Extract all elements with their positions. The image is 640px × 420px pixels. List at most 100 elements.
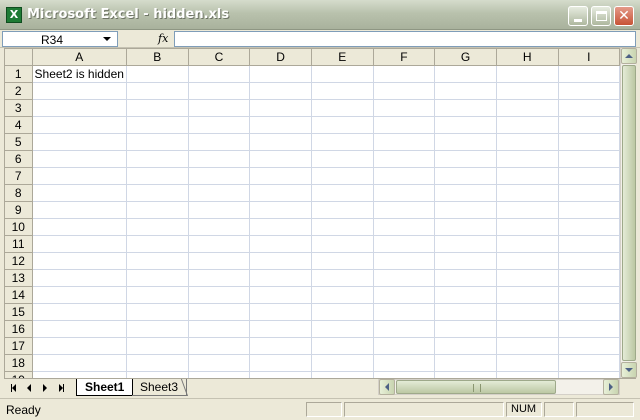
cell-c18[interactable] [187, 354, 251, 372]
cell-b9[interactable] [125, 201, 189, 219]
cell-i13[interactable] [557, 269, 620, 287]
cell-d8[interactable] [249, 184, 312, 202]
cell-e7[interactable] [310, 167, 374, 185]
maximize-button[interactable] [591, 6, 611, 26]
cell-c1[interactable] [187, 65, 251, 83]
cell-c12[interactable] [187, 252, 251, 270]
formula-input[interactable] [174, 31, 636, 47]
cell-f9[interactable] [372, 201, 436, 219]
cell-e11[interactable] [310, 235, 374, 253]
cell-e16[interactable] [310, 320, 374, 338]
cell-d2[interactable] [249, 82, 312, 100]
row-header-1[interactable]: 1 [4, 65, 33, 83]
cell-f5[interactable] [372, 133, 436, 151]
cell-a17[interactable] [31, 337, 127, 355]
cell-g13[interactable] [434, 269, 497, 287]
cell-b2[interactable] [125, 82, 189, 100]
name-box[interactable]: R34 [2, 31, 118, 47]
cell-b8[interactable] [125, 184, 189, 202]
cell-i14[interactable] [557, 286, 620, 304]
scroll-up-button[interactable] [621, 48, 637, 64]
row-header-9[interactable]: 9 [4, 201, 33, 219]
scroll-left-button[interactable] [379, 379, 395, 395]
cell-b4[interactable] [125, 116, 189, 134]
cell-g4[interactable] [434, 116, 497, 134]
next-sheet-button[interactable] [38, 381, 52, 395]
cell-c17[interactable] [187, 337, 251, 355]
column-header-a[interactable]: A [31, 48, 127, 66]
row-header-5[interactable]: 5 [4, 133, 33, 151]
cell-c5[interactable] [187, 133, 251, 151]
cell-h18[interactable] [495, 354, 559, 372]
cell-d10[interactable] [249, 218, 312, 236]
row-header-2[interactable]: 2 [4, 82, 33, 100]
cell-h1[interactable] [495, 65, 559, 83]
cell-h15[interactable] [495, 303, 559, 321]
cell-g14[interactable] [434, 286, 497, 304]
cell-c11[interactable] [187, 235, 251, 253]
cell-i7[interactable] [557, 167, 620, 185]
cell-b10[interactable] [125, 218, 189, 236]
cell-d13[interactable] [249, 269, 312, 287]
cell-f17[interactable] [372, 337, 436, 355]
cell-a9[interactable] [31, 201, 127, 219]
cell-h12[interactable] [495, 252, 559, 270]
cell-i10[interactable] [557, 218, 620, 236]
cell-g6[interactable] [434, 150, 497, 168]
cell-a15[interactable] [31, 303, 127, 321]
cell-a13[interactable] [31, 269, 127, 287]
cell-a2[interactable] [31, 82, 127, 100]
cell-c10[interactable] [187, 218, 251, 236]
prev-sheet-button[interactable] [22, 381, 36, 395]
cell-g2[interactable] [434, 82, 497, 100]
column-header-g[interactable]: G [434, 48, 497, 66]
cell-f11[interactable] [372, 235, 436, 253]
scroll-down-button[interactable] [621, 362, 637, 378]
cell-e5[interactable] [310, 133, 374, 151]
row-header-7[interactable]: 7 [4, 167, 33, 185]
cell-g16[interactable] [434, 320, 497, 338]
cell-b16[interactable] [125, 320, 189, 338]
cell-a10[interactable] [31, 218, 127, 236]
minimize-button[interactable] [568, 6, 588, 26]
cell-e15[interactable] [310, 303, 374, 321]
cell-f8[interactable] [372, 184, 436, 202]
cell-f12[interactable] [372, 252, 436, 270]
cell-f10[interactable] [372, 218, 436, 236]
cell-a14[interactable] [31, 286, 127, 304]
horizontal-scrollbar[interactable] [378, 379, 620, 395]
cell-d12[interactable] [249, 252, 312, 270]
cell-c13[interactable] [187, 269, 251, 287]
cell-g12[interactable] [434, 252, 497, 270]
cell-h10[interactable] [495, 218, 559, 236]
cell-e17[interactable] [310, 337, 374, 355]
cell-f18[interactable] [372, 354, 436, 372]
cell-i17[interactable] [557, 337, 620, 355]
cell-a12[interactable] [31, 252, 127, 270]
cell-g15[interactable] [434, 303, 497, 321]
vertical-scrollbar[interactable] [620, 48, 637, 378]
cell-b17[interactable] [125, 337, 189, 355]
cell-a11[interactable] [31, 235, 127, 253]
cell-e6[interactable] [310, 150, 374, 168]
worksheet-grid[interactable]: ABCDEFGHI 1 Sheet2 is hidden 2 3 4 5 6 7 8 9 10 11 1… [4, 48, 620, 378]
insert-function-button[interactable]: fx [158, 31, 172, 47]
cell-c7[interactable] [187, 167, 251, 185]
cell-e8[interactable] [310, 184, 374, 202]
cell-d7[interactable] [249, 167, 312, 185]
cell-f15[interactable] [372, 303, 436, 321]
cell-b18[interactable] [125, 354, 189, 372]
row-header-12[interactable]: 12 [4, 252, 33, 270]
cell-e10[interactable] [310, 218, 374, 236]
close-button[interactable]: ✕ [614, 6, 634, 26]
cell-a7[interactable] [31, 167, 127, 185]
cell-i4[interactable] [557, 116, 620, 134]
row-header-6[interactable]: 6 [4, 150, 33, 168]
cell-f3[interactable] [372, 99, 436, 117]
cell-b14[interactable] [125, 286, 189, 304]
cell-g1[interactable] [434, 65, 497, 83]
cell-e3[interactable] [310, 99, 374, 117]
column-header-e[interactable]: E [310, 48, 374, 66]
cell-i3[interactable] [557, 99, 620, 117]
cell-i9[interactable] [557, 201, 620, 219]
